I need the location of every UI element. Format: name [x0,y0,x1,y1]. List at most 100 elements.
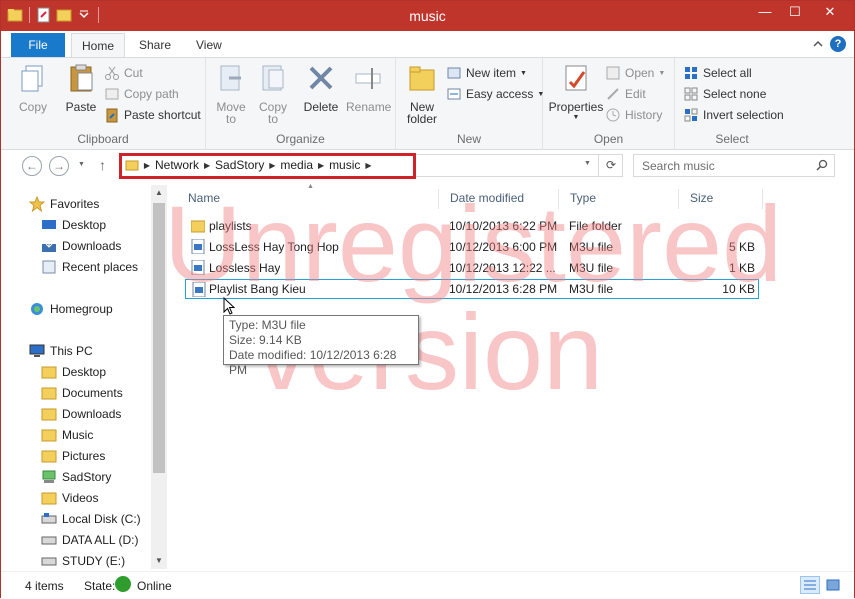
new-item-icon [447,67,461,79]
nav-pc-study-e[interactable]: STUDY (E:) [41,551,125,571]
nav-pc-desktop[interactable]: Desktop [41,362,106,382]
scroll-thumb[interactable] [153,203,165,473]
copy-path-button[interactable]: Copy path [104,84,179,104]
paste-button[interactable]: Paste [61,62,101,114]
open-button[interactable]: Open ▼ [605,63,665,83]
tab-share[interactable]: Share [129,33,181,57]
nav-favorites[interactable]: Favorites [29,194,99,214]
nav-pc-videos[interactable]: Videos [41,488,98,508]
nav-scrollbar[interactable]: ▲ ▼ [151,185,167,569]
invert-selection-button[interactable]: Invert selection [683,105,784,125]
copy-to-button[interactable]: Copy to [254,62,292,126]
help-icon[interactable]: ? [830,36,846,52]
state-label: State: [84,579,116,593]
state-value: Online [137,579,172,593]
tab-home[interactable]: Home [71,33,126,57]
nav-favorites-desktop[interactable]: Desktop [41,215,106,235]
history-button[interactable]: History [605,105,662,125]
title-bar: music — ☐ ✕ [1,1,854,31]
group-label: Clipboard [77,132,129,146]
open-group: Properties ▼ Open ▼ Edit History Open [543,58,675,150]
easy-access-button[interactable]: Easy access ▼ [446,84,544,104]
dropdown-arrow-icon: ▼ [572,114,580,121]
nav-pc-sadstory[interactable]: SadStory [41,467,111,487]
nav-this-pc[interactable]: This PC [29,341,93,361]
column-name[interactable]: Name [177,189,439,209]
delete-icon [309,66,333,90]
search-box[interactable]: Search music [633,154,835,177]
nav-pc-local-disk-c[interactable]: Local Disk (C:) [41,509,141,529]
select-none-button[interactable]: Select none [683,84,766,104]
file-row[interactable]: Lossless Hay 10/12/2013 12:22 ... M3U fi… [185,258,759,278]
homegroup-icon [31,303,43,315]
copy-path-icon [105,88,119,100]
window-title: music [409,8,446,24]
group-label: Organize [276,132,325,146]
new-folder-button[interactable]: New folder [402,62,442,126]
organize-group: Move to Copy to Delete Rename Organize [206,58,396,150]
column-size[interactable]: Size [679,189,763,209]
column-date-modified[interactable]: Date modified [439,189,559,209]
network-drive-icon [42,470,56,483]
move-to-button[interactable]: Move to [212,62,250,126]
nav-favorites-recent[interactable]: Recent places [41,257,138,277]
select-all-button[interactable]: Select all [683,63,752,83]
search-input[interactable]: Search music [642,159,715,173]
nav-pc-pictures[interactable]: Pictures [41,446,105,466]
drive-icon [41,513,57,524]
edit-button[interactable]: Edit [605,84,646,104]
playlist-file-icon [191,239,205,254]
scroll-down-icon[interactable]: ▼ [151,553,167,569]
tab-view[interactable]: View [186,33,232,57]
group-label: New [456,132,481,146]
mouse-cursor-icon [223,297,235,315]
new-group: New folder New item ▼ Easy access ▼ New [396,58,544,150]
nav-pc-data-all-d[interactable]: DATA ALL (D:) [41,530,138,550]
nav-favorites-downloads[interactable]: Downloads [41,236,121,256]
forward-button[interactable]: → [49,156,69,176]
minimize-button[interactable]: — [750,1,780,23]
search-icon [816,159,828,171]
ribbon-tabs: File Home Share View ? [1,31,854,57]
folder-icon [191,220,205,233]
dropdown-arrow-icon: ▼ [658,69,666,77]
file-row[interactable]: LossLess Hay Tong Hop 10/12/2013 6:00 PM… [185,237,759,257]
tooltip-size: Size: 9.14 KB [229,333,302,347]
group-label: Select [715,132,749,146]
delete-button[interactable]: Delete [301,62,341,114]
column-type[interactable]: Type [559,189,679,209]
scroll-up-icon[interactable]: ▲ [151,185,167,201]
nav-pc-downloads[interactable]: Downloads [41,404,121,424]
tab-file[interactable]: File [11,33,65,57]
paste-shortcut-button[interactable]: Paste shortcut [104,105,201,125]
easy-access-icon [447,88,461,100]
cut-button[interactable]: Cut [104,63,143,83]
recent-locations-icon[interactable]: ▼ [78,161,85,168]
rename-button[interactable]: Rename [346,62,391,114]
folder-icon [41,492,57,505]
file-tooltip: Type: M3U file Size: 9.14 KB Date modifi… [223,315,419,377]
nav-pc-music[interactable]: Music [41,425,93,445]
copy-button[interactable]: Copy [13,62,53,114]
maximize-button[interactable]: ☐ [780,1,810,23]
close-button[interactable]: ✕ [810,1,850,23]
folder-icon [41,429,57,442]
file-row[interactable]: playlists 10/10/2013 6:22 PM File folder [185,216,759,236]
properties-button[interactable]: Properties ▼ [547,62,605,121]
new-item-button[interactable]: New item ▼ [446,63,527,83]
star-icon [29,196,45,212]
nav-pc-documents[interactable]: Documents [41,383,123,403]
back-button[interactable]: ← [22,156,42,176]
details-view-button[interactable] [800,576,820,594]
dropdown-arrow-icon: ▼ [520,69,527,77]
chevron-up-icon[interactable] [812,38,824,50]
refresh-button[interactable]: ⟳ [598,154,623,177]
group-label: Open [593,132,624,146]
up-arrow-icon[interactable]: ↑ [99,157,106,173]
address-dropdown-icon[interactable]: ▼ [584,160,591,167]
file-row-selected[interactable]: Playlist Bang Kieu 10/12/2013 6:28 PM M3… [185,279,759,299]
large-icons-view-button[interactable] [823,576,843,594]
recent-places-icon [42,260,56,274]
nav-homegroup[interactable]: Homegroup [29,299,113,319]
details-view-icon [804,580,816,590]
